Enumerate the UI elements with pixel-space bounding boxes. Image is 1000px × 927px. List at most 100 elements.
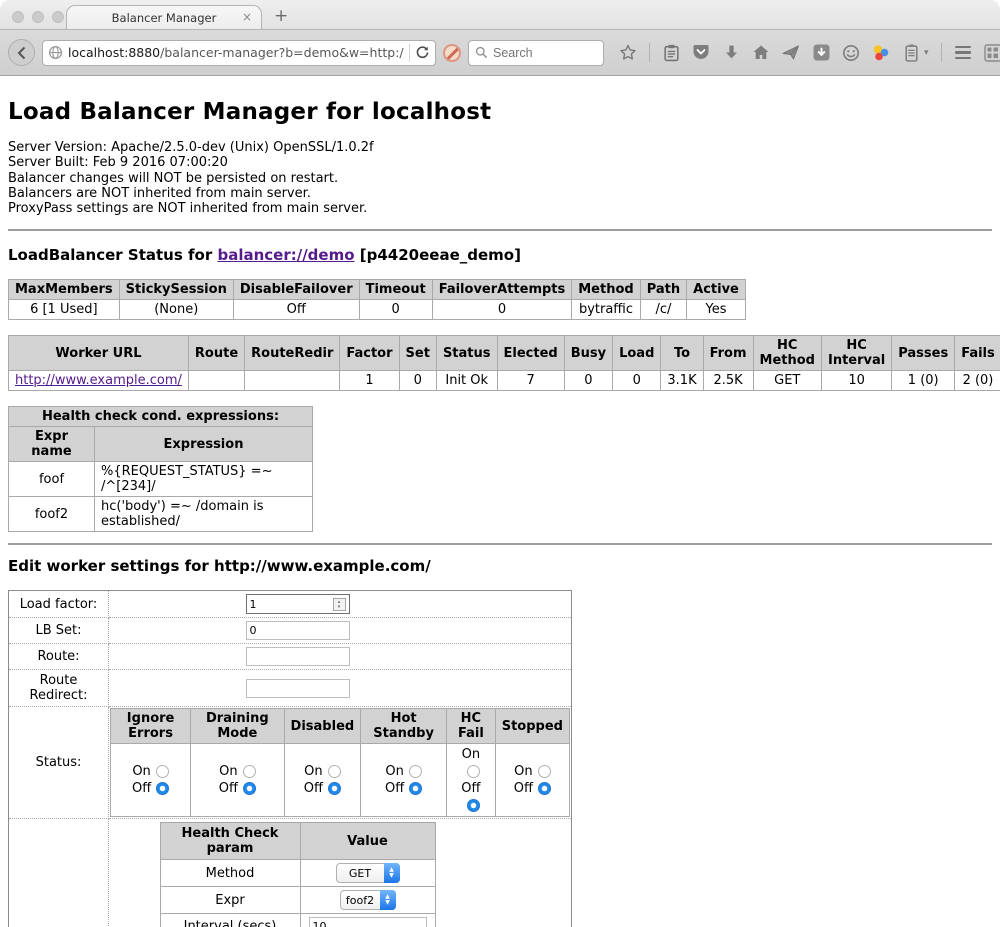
overflow-caret-icon[interactable]: ▾ [924, 48, 929, 58]
lb-set-label: LB Set: [9, 618, 109, 644]
column-header: Health Check param [160, 823, 300, 860]
route-redirect-label: Route Redirect: [9, 670, 109, 707]
column-header: FailoverAttempts [432, 280, 572, 300]
column-header: Load [613, 336, 661, 371]
column-header: Elected [497, 336, 564, 371]
column-header: Disabled [284, 709, 361, 744]
search-input[interactable] [493, 46, 583, 60]
notice-proxypass: ProxyPass settings are NOT inherited fro… [8, 201, 992, 216]
url-input[interactable]: localhost:8880/balancer-manager?b=demo&w… [68, 45, 404, 60]
back-button[interactable] [8, 39, 35, 66]
column-header: Set [399, 336, 436, 371]
route-label: Route: [9, 644, 109, 670]
method-label: Method [160, 860, 300, 887]
health-check-expressions-table: Health check cond. expressions: Expr nam… [8, 406, 313, 532]
table-row: 6 [1 Used] (None) Off 0 0 bytraffic /c/ … [9, 300, 746, 320]
search-bar[interactable] [468, 40, 604, 66]
search-icon [475, 46, 488, 59]
blocked-icon[interactable] [443, 44, 461, 62]
divider [8, 543, 992, 545]
lb-set-input[interactable] [246, 621, 350, 640]
download-icon[interactable] [722, 44, 740, 62]
column-header: Method [572, 280, 640, 300]
clipboard-icon[interactable] [662, 44, 680, 62]
browser-window: Balancer Manager × + localhost:8880/bala… [0, 0, 1000, 927]
column-header: From [703, 336, 753, 371]
home-icon[interactable] [752, 44, 770, 62]
hot-standby-off-radio[interactable] [409, 782, 422, 795]
column-header: Busy [564, 336, 612, 371]
ignore-errors-off-radio[interactable] [156, 782, 169, 795]
method-select[interactable]: GET▲▼ [336, 863, 400, 883]
toolbar-icons: ▾ [619, 43, 1000, 62]
extension-download-icon[interactable] [812, 44, 830, 62]
urlbar-divider [409, 44, 410, 62]
route-input[interactable] [246, 647, 350, 666]
select-stepper-icon: ▲▼ [384, 863, 400, 883]
column-header: MaxMembers [9, 280, 120, 300]
tab-grid-icon[interactable] [984, 44, 1000, 62]
balancer-link[interactable]: balancer://demo [217, 246, 354, 264]
tab-bar: Balancer Manager × + [0, 0, 1000, 30]
column-header: Passes [892, 336, 955, 371]
edit-worker-heading: Edit worker settings for http://www.exam… [8, 557, 992, 575]
hot-standby-on-radio[interactable] [409, 765, 422, 778]
column-header: DisableFailover [233, 280, 359, 300]
colored-dots-icon[interactable] [872, 44, 890, 62]
column-header: Draining Mode [191, 709, 284, 744]
url-bar[interactable]: localhost:8880/balancer-manager?b=demo&w… [42, 40, 436, 66]
draining-mode-on-radio[interactable] [243, 765, 256, 778]
select-stepper-icon: ▲▼ [380, 890, 396, 910]
expr-select[interactable]: foof2▲▼ [340, 890, 396, 910]
number-spinner[interactable]: ▴▾ [333, 598, 346, 611]
column-header: Status [436, 336, 497, 371]
reload-icon[interactable] [415, 45, 430, 60]
page-title: Load Balancer Manager for localhost [8, 76, 992, 125]
toolbar-divider [941, 43, 942, 62]
notice-persist: Balancer changes will NOT be persisted o… [8, 171, 992, 186]
status-label: Status: [9, 707, 109, 819]
draining-mode-off-radio[interactable] [243, 782, 256, 795]
column-header: Ignore Errors [111, 709, 191, 744]
toolbar-divider [649, 43, 650, 62]
close-window-icon[interactable] [12, 11, 24, 23]
new-tab-button[interactable]: + [274, 5, 288, 27]
column-header: RouteRedir [245, 336, 340, 371]
column-header: Active [687, 280, 746, 300]
route-redirect-input[interactable] [246, 679, 350, 698]
edit-worker-form: Load factor: ▴▾ LB Set: Route: Route Red… [8, 590, 572, 927]
worker-url-link[interactable]: http://www.example.com/ [15, 373, 182, 388]
table-title: Health check cond. expressions: [9, 407, 313, 427]
health-check-param-table: Health Check param Value Method GET▲▼ Ex… [160, 822, 436, 927]
stopped-on-radio[interactable] [538, 765, 551, 778]
minimize-window-icon[interactable] [32, 11, 44, 23]
ignore-errors-on-radio[interactable] [156, 765, 169, 778]
stopped-off-radio[interactable] [538, 782, 551, 795]
smiley-icon[interactable] [842, 44, 860, 62]
battery-icon[interactable] [902, 44, 920, 62]
table-row: http://www.example.com/ 1 0 Init Ok 7 0 … [9, 371, 1000, 391]
column-header: To [661, 336, 703, 371]
star-icon[interactable] [619, 44, 637, 62]
column-header: Fails [955, 336, 1000, 371]
column-header: Expression [95, 427, 313, 462]
loadbalancer-status-heading: LoadBalancer Status for balancer://demo … [8, 246, 992, 264]
send-icon[interactable] [782, 44, 800, 62]
disabled-on-radio[interactable] [328, 765, 341, 778]
hc-fail-off-radio[interactable] [467, 799, 480, 812]
tab-balancer-manager[interactable]: Balancer Manager × [66, 5, 262, 29]
pocket-icon[interactable] [692, 44, 710, 62]
column-header: Timeout [359, 280, 432, 300]
menu-icon[interactable] [954, 44, 972, 62]
back-icon [14, 45, 30, 61]
zoom-window-icon[interactable] [52, 11, 64, 23]
hc-fail-on-radio[interactable] [467, 765, 480, 778]
interval-input[interactable] [309, 917, 427, 927]
disabled-off-radio[interactable] [328, 782, 341, 795]
expr-label: Expr [160, 887, 300, 914]
table-row: foof2 hc('body') =~ /domain is establish… [9, 497, 313, 532]
tab-close-icon[interactable]: × [242, 10, 252, 24]
page-content: Load Balancer Manager for localhost Serv… [0, 76, 1000, 927]
interval-label: Interval (secs) [160, 914, 300, 927]
column-header: HC Fail [447, 709, 496, 744]
